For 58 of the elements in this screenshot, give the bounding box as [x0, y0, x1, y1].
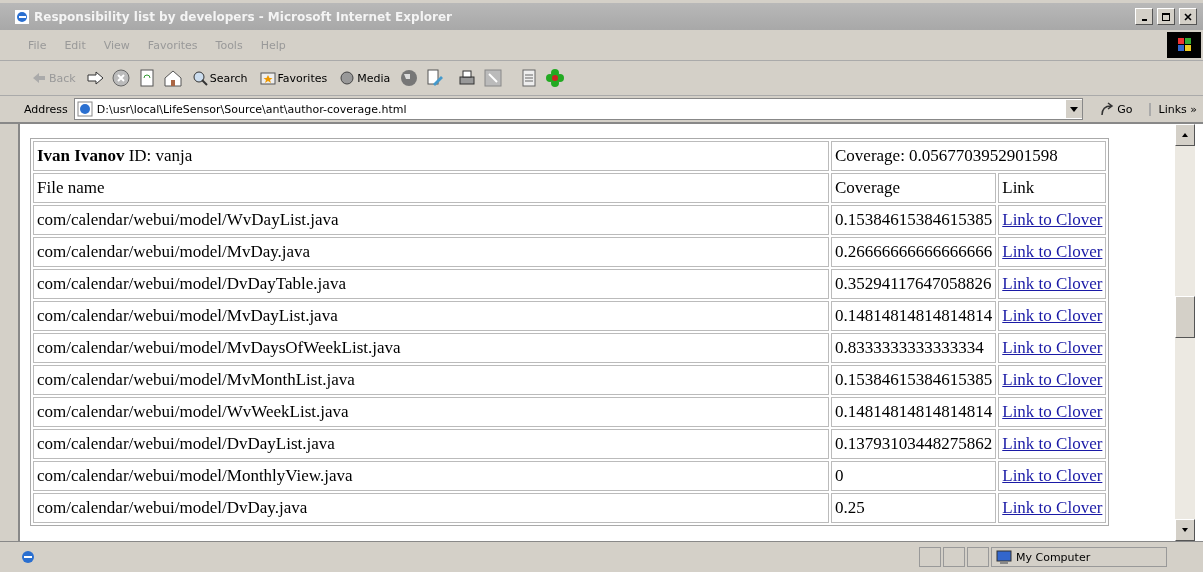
status-pane — [943, 547, 965, 567]
column-header: Link — [998, 173, 1107, 203]
status-pane — [967, 547, 989, 567]
window-title: Responsibility list by developers - Microsoft Internet Explorer — [34, 9, 452, 24]
minimize-icon — [1141, 18, 1147, 21]
disc-icon — [339, 70, 356, 86]
table-cell: 0.15384615384615385 — [831, 365, 997, 395]
search-button[interactable]: Search — [188, 70, 251, 86]
scroll-thumb[interactable] — [1175, 296, 1195, 338]
computer-icon — [996, 549, 1012, 565]
stop-icon[interactable] — [110, 68, 131, 88]
table-cell: com/calendar/webui/model/MvDay.java — [33, 237, 829, 267]
star-folder-icon — [259, 70, 276, 86]
table-cell: com/calendar/webui/model/MvMonthList.java — [33, 365, 829, 395]
table-cell: com/calendar/webui/model/DvDayTable.java — [33, 269, 829, 299]
maximize-button[interactable] — [1157, 8, 1175, 25]
table-cell: 0.35294117647058826 — [831, 269, 997, 299]
favorites-button[interactable]: Favorites — [256, 70, 331, 86]
zone-label: My Computer — [1016, 550, 1091, 564]
maximize-icon — [1161, 11, 1171, 22]
table-cell: com/calendar/webui/model/MvDaysOfWeekList.java — [33, 333, 829, 363]
vertical-scrollbar[interactable] — [1175, 124, 1195, 541]
back-arrow-icon — [31, 70, 47, 86]
flower-icon[interactable] — [545, 68, 566, 88]
media-button[interactable]: Media — [336, 70, 394, 86]
address-label: Address — [24, 102, 68, 116]
column-header: File name — [33, 173, 829, 203]
author-cell: Ivan Ivanov ID: vanja — [33, 141, 829, 171]
table-cell: com/calendar/webui/model/DvDay.java — [33, 493, 829, 523]
windows-logo-icon — [1167, 32, 1201, 58]
go-button[interactable]: Go — [1089, 101, 1143, 117]
minimize-button[interactable] — [1135, 8, 1153, 25]
table-cell: com/calendar/webui/model/WvDayList.java — [33, 205, 829, 235]
table-cell: com/calendar/webui/model/DvDayList.java — [33, 429, 829, 459]
table-cell: com/calendar/webui/model/MvDayList.java — [33, 301, 829, 331]
home-icon[interactable] — [162, 68, 183, 88]
forward-arrow-icon[interactable] — [84, 68, 105, 88]
table-cell: 0 — [831, 461, 997, 491]
table-cell: 0.15384615384615385 — [831, 205, 997, 235]
table-cell: Coverage: 0.0567703952901598 — [831, 141, 1107, 171]
address-field[interactable]: D:\usr\local\LifeSensor\Source\ant\author-coverage.html — [73, 98, 1084, 120]
table-cell: 0.13793103448275862 — [831, 429, 997, 459]
table-cell: com/calendar/webui/model/WvWeekList.java — [33, 397, 829, 427]
table-cell: com/calendar/webui/model/MonthlyView.java — [33, 461, 829, 491]
close-button[interactable] — [1179, 8, 1197, 25]
column-header: Coverage — [831, 173, 997, 203]
curved-arrow-icon — [1099, 101, 1116, 117]
links-button[interactable]: Links » — [1148, 102, 1199, 116]
search-icon — [191, 70, 208, 86]
table-cell: 0.25 — [831, 493, 997, 523]
close-icon — [1183, 11, 1193, 22]
page-icon — [76, 101, 93, 117]
table-cell: 0.26666666666666666 — [831, 237, 997, 267]
status-pane — [919, 547, 941, 567]
table-cell: 0.14814814814814814 — [831, 397, 997, 427]
print-icon[interactable] — [457, 68, 478, 88]
table-cell: 0.8333333333333334 — [831, 333, 997, 363]
table-cell: 0.14814814814814814 — [831, 301, 997, 331]
